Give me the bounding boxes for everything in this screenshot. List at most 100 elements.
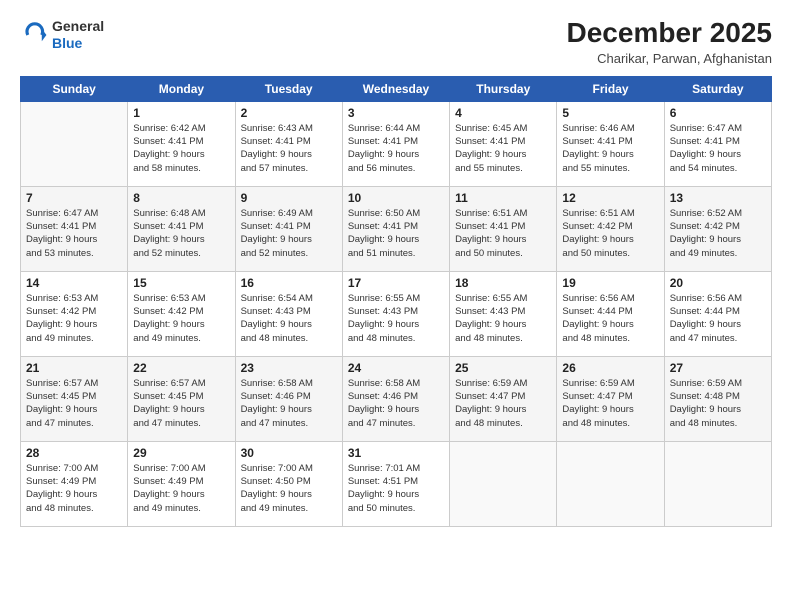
- table-row: 1Sunrise: 6:42 AMSunset: 4:41 PMDaylight…: [128, 101, 235, 186]
- day-info: Sunrise: 7:00 AMSunset: 4:49 PMDaylight:…: [26, 462, 122, 515]
- logo-icon: [20, 21, 48, 49]
- table-row: 14 Sunrise: 6:53 AMSunset: 4:42 PMDayligh…: [21, 271, 128, 356]
- page: General Blue December 2025 Charikar, Par…: [0, 0, 792, 612]
- table-row: 29Sunrise: 7:00 AMSunset: 4:49 PMDayligh…: [128, 441, 235, 526]
- day-number: 16: [241, 276, 337, 290]
- calendar-table: Sunday Monday Tuesday Wednesday Thursday…: [20, 76, 772, 527]
- table-row: 16Sunrise: 6:54 AMSunset: 4:43 PMDayligh…: [235, 271, 342, 356]
- day-number: 10: [348, 191, 444, 205]
- day-info: Sunrise: 6:42 AMSunset: 4:41 PMDaylight:…: [133, 122, 229, 175]
- day-info: Sunrise: 6:47 AMSunset: 4:41 PMDaylight:…: [26, 207, 122, 260]
- day-number: 18: [455, 276, 551, 290]
- table-row: 18 Sunrise: 6:55 AMSunset: 4:43 PMDayligh…: [450, 271, 557, 356]
- day-number: 11: [455, 191, 551, 205]
- day-number: 25: [455, 361, 551, 375]
- day-number: 24: [348, 361, 444, 375]
- day-info: Sunrise: 6:51 AMSunset: 4:41 PMDaylight:…: [455, 207, 551, 260]
- table-row: 30 Sunrise: 7:00 AMSunset: 4:50 PMDayligh…: [235, 441, 342, 526]
- title-block: December 2025 Charikar, Parwan, Afghanis…: [567, 18, 772, 66]
- day-number: 28: [26, 446, 122, 460]
- table-row: 6Sunrise: 6:47 AMSunset: 4:41 PMDaylight…: [664, 101, 771, 186]
- table-row: 12 Sunrise: 6:51 AMSunset: 4:42 PMDayligh…: [557, 186, 664, 271]
- table-row: 31Sunrise: 7:01 AMSunset: 4:51 PMDayligh…: [342, 441, 449, 526]
- logo-text: General Blue: [52, 18, 104, 52]
- day-number: 12: [562, 191, 658, 205]
- day-info: Sunrise: 6:57 AMSunset: 4:45 PMDaylight:…: [26, 377, 122, 430]
- day-info: Sunrise: 6:44 AMSunset: 4:41 PMDaylight:…: [348, 122, 444, 175]
- col-monday: Monday: [128, 76, 235, 101]
- table-row: 9 Sunrise: 6:49 AMSunset: 4:41 PMDaylight…: [235, 186, 342, 271]
- day-number: 3: [348, 106, 444, 120]
- table-row: 13 Sunrise: 6:52 AMSunset: 4:42 PMDayligh…: [664, 186, 771, 271]
- day-info: Sunrise: 6:57 AMSunset: 4:45 PMDaylight:…: [133, 377, 229, 430]
- day-info: Sunrise: 6:58 AMSunset: 4:46 PMDaylight:…: [348, 377, 444, 430]
- table-row: 19Sunrise: 6:56 AMSunset: 4:44 PMDayligh…: [557, 271, 664, 356]
- day-number: 30: [241, 446, 337, 460]
- table-row: 7Sunrise: 6:47 AMSunset: 4:41 PMDaylight…: [21, 186, 128, 271]
- table-row: [450, 441, 557, 526]
- day-number: 6: [670, 106, 766, 120]
- day-number: 21: [26, 361, 122, 375]
- day-info: Sunrise: 6:59 AMSunset: 4:48 PMDaylight:…: [670, 377, 766, 430]
- day-info: Sunrise: 6:58 AMSunset: 4:46 PMDaylight:…: [241, 377, 337, 430]
- col-tuesday: Tuesday: [235, 76, 342, 101]
- subtitle: Charikar, Parwan, Afghanistan: [567, 51, 772, 66]
- table-row: 23 Sunrise: 6:58 AMSunset: 4:46 PMDayligh…: [235, 356, 342, 441]
- table-row: 26 Sunrise: 6:59 AMSunset: 4:47 PMDayligh…: [557, 356, 664, 441]
- calendar-week-row: 21 Sunrise: 6:57 AMSunset: 4:45 PMDayligh…: [21, 356, 772, 441]
- day-info: Sunrise: 7:01 AMSunset: 4:51 PMDaylight:…: [348, 462, 444, 515]
- day-number: 26: [562, 361, 658, 375]
- col-wednesday: Wednesday: [342, 76, 449, 101]
- day-info: Sunrise: 6:51 AMSunset: 4:42 PMDaylight:…: [562, 207, 658, 260]
- day-info: Sunrise: 6:45 AMSunset: 4:41 PMDaylight:…: [455, 122, 551, 175]
- col-friday: Friday: [557, 76, 664, 101]
- day-info: Sunrise: 6:53 AMSunset: 4:42 PMDaylight:…: [26, 292, 122, 345]
- logo-general: General: [52, 18, 104, 35]
- table-row: 28 Sunrise: 7:00 AMSunset: 4:49 PMDayligh…: [21, 441, 128, 526]
- day-number: 13: [670, 191, 766, 205]
- day-info: Sunrise: 6:53 AMSunset: 4:42 PMDaylight:…: [133, 292, 229, 345]
- table-row: 11 Sunrise: 6:51 AMSunset: 4:41 PMDayligh…: [450, 186, 557, 271]
- day-number: 20: [670, 276, 766, 290]
- col-thursday: Thursday: [450, 76, 557, 101]
- table-row: 15Sunrise: 6:53 AMSunset: 4:42 PMDayligh…: [128, 271, 235, 356]
- header: General Blue December 2025 Charikar, Par…: [20, 18, 772, 66]
- day-number: 23: [241, 361, 337, 375]
- day-info: Sunrise: 6:56 AMSunset: 4:44 PMDaylight:…: [670, 292, 766, 345]
- day-info: Sunrise: 6:55 AMSunset: 4:43 PMDaylight:…: [455, 292, 551, 345]
- day-info: Sunrise: 6:49 AMSunset: 4:41 PMDaylight:…: [241, 207, 337, 260]
- day-number: 9: [241, 191, 337, 205]
- day-info: Sunrise: 6:48 AMSunset: 4:41 PMDaylight:…: [133, 207, 229, 260]
- day-info: Sunrise: 6:43 AMSunset: 4:41 PMDaylight:…: [241, 122, 337, 175]
- day-number: 19: [562, 276, 658, 290]
- table-row: 24 Sunrise: 6:58 AMSunset: 4:46 PMDayligh…: [342, 356, 449, 441]
- day-info: Sunrise: 7:00 AMSunset: 4:50 PMDaylight:…: [241, 462, 337, 515]
- table-row: [557, 441, 664, 526]
- table-row: 17 Sunrise: 6:55 AMSunset: 4:43 PMDayligh…: [342, 271, 449, 356]
- day-info: Sunrise: 6:55 AMSunset: 4:43 PMDaylight:…: [348, 292, 444, 345]
- day-number: 14: [26, 276, 122, 290]
- day-number: 17: [348, 276, 444, 290]
- day-info: Sunrise: 6:59 AMSunset: 4:47 PMDaylight:…: [455, 377, 551, 430]
- day-info: Sunrise: 6:59 AMSunset: 4:47 PMDaylight:…: [562, 377, 658, 430]
- table-row: 27 Sunrise: 6:59 AMSunset: 4:48 PMDayligh…: [664, 356, 771, 441]
- table-row: 22 Sunrise: 6:57 AMSunset: 4:45 PMDayligh…: [128, 356, 235, 441]
- table-row: 20 Sunrise: 6:56 AMSunset: 4:44 PMDayligh…: [664, 271, 771, 356]
- calendar-header-row: Sunday Monday Tuesday Wednesday Thursday…: [21, 76, 772, 101]
- day-info: Sunrise: 6:52 AMSunset: 4:42 PMDaylight:…: [670, 207, 766, 260]
- table-row: 8 Sunrise: 6:48 AMSunset: 4:41 PMDaylight…: [128, 186, 235, 271]
- table-row: 25 Sunrise: 6:59 AMSunset: 4:47 PMDayligh…: [450, 356, 557, 441]
- day-number: 27: [670, 361, 766, 375]
- table-row: 3 Sunrise: 6:44 AMSunset: 4:41 PMDaylight…: [342, 101, 449, 186]
- day-number: 22: [133, 361, 229, 375]
- calendar-week-row: 1Sunrise: 6:42 AMSunset: 4:41 PMDaylight…: [21, 101, 772, 186]
- day-info: Sunrise: 6:50 AMSunset: 4:41 PMDaylight:…: [348, 207, 444, 260]
- calendar-week-row: 14 Sunrise: 6:53 AMSunset: 4:42 PMDayligh…: [21, 271, 772, 356]
- logo-blue: Blue: [52, 35, 104, 52]
- day-number: 8: [133, 191, 229, 205]
- logo: General Blue: [20, 18, 104, 52]
- table-row: 10 Sunrise: 6:50 AMSunset: 4:41 PMDayligh…: [342, 186, 449, 271]
- calendar-week-row: 7Sunrise: 6:47 AMSunset: 4:41 PMDaylight…: [21, 186, 772, 271]
- main-title: December 2025: [567, 18, 772, 49]
- table-row: 5Sunrise: 6:46 AMSunset: 4:41 PMDaylight…: [557, 101, 664, 186]
